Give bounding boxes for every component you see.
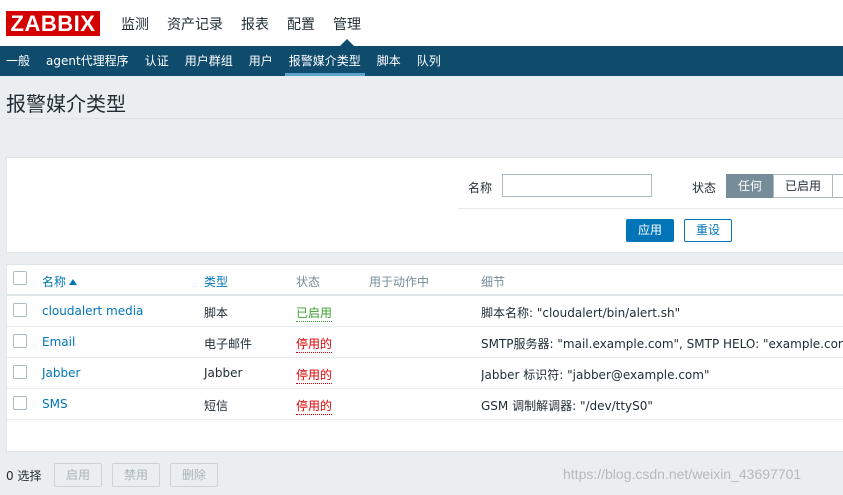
media-type-details: GSM 调制解调器: "/dev/ttyS0" [481, 399, 653, 413]
column-header-status: 状态 [296, 275, 321, 289]
media-types-table [6, 264, 843, 452]
status-toggle-disabled[interactable]: 停用的 [296, 335, 333, 353]
status-toggle-disabled[interactable]: 停用的 [296, 397, 333, 415]
sub-nav-media-types[interactable]: 报警媒介类型 [281, 46, 369, 76]
media-type-type: 电子邮件 [204, 337, 253, 351]
row-checkbox[interactable] [13, 303, 27, 317]
media-type-details: 脚本名称: "cloudalert/bin/alert.sh" [481, 306, 681, 320]
watermark: https://blog.csdn.net/weixin_43697701 [563, 466, 802, 482]
media-type-name-link[interactable]: Jabber [42, 366, 80, 380]
main-nav: 监测 资产记录 报表 配置 管理 [112, 0, 370, 46]
row-divider [7, 357, 843, 358]
media-type-type: 脚本 [204, 306, 229, 320]
reset-button[interactable]: 重设 [684, 219, 732, 242]
media-type-details: Jabber 标识符: "jabber@example.com" [481, 368, 710, 382]
select-all-checkbox[interactable] [13, 271, 27, 285]
sub-nav-scripts[interactable]: 脚本 [369, 46, 409, 76]
mass-disable-button[interactable]: 禁用 [112, 463, 160, 487]
filter-divider [458, 208, 843, 209]
row-checkbox[interactable] [13, 334, 27, 348]
row-checkbox[interactable] [13, 396, 27, 410]
selected-count: 0 选择 [6, 469, 42, 483]
status-option-any[interactable]: 任何 [726, 174, 774, 198]
column-header-name-label: 名称 [42, 275, 67, 289]
sub-nav-proxies[interactable]: agent代理程序 [38, 46, 137, 76]
media-type-name-link[interactable]: SMS [42, 397, 68, 411]
status-option-enabled[interactable]: 已启用 [773, 174, 833, 198]
filter-name-input[interactable] [502, 174, 652, 197]
row-divider [7, 326, 843, 327]
title-divider [6, 118, 843, 119]
mass-delete-button[interactable]: 删除 [170, 463, 218, 487]
media-type-type: 短信 [204, 399, 229, 413]
table-header-divider [7, 294, 843, 296]
status-toggle-disabled[interactable]: 停用的 [296, 366, 333, 384]
media-type-type: Jabber [204, 366, 243, 380]
filter-name-label: 名称 [468, 181, 493, 195]
status-toggle-enabled[interactable]: 已启用 [296, 304, 333, 322]
top-bar: ZABBIX 监测 资产记录 报表 配置 管理 [0, 0, 843, 46]
column-header-name[interactable]: 名称 [42, 273, 78, 290]
sub-nav-general[interactable]: 一般 [0, 46, 38, 76]
status-option-disabled[interactable] [832, 174, 843, 198]
row-divider [7, 388, 843, 389]
main-nav-inventory[interactable]: 资产记录 [158, 0, 232, 46]
main-nav-configuration[interactable]: 配置 [278, 0, 324, 46]
main-nav-reports[interactable]: 报表 [232, 0, 278, 46]
mass-enable-button[interactable]: 启用 [54, 463, 102, 487]
column-header-details: 细节 [481, 275, 506, 289]
sort-ascending-icon [69, 279, 78, 285]
column-header-type[interactable]: 类型 [204, 273, 228, 290]
sub-nav-queue[interactable]: 队列 [409, 46, 449, 76]
filter-status-label: 状态 [692, 181, 717, 195]
sub-nav-authentication[interactable]: 认证 [137, 46, 177, 76]
sub-nav-users[interactable]: 用户 [241, 46, 281, 76]
column-header-used-in-actions: 用于动作中 [369, 275, 430, 289]
row-divider [7, 419, 843, 420]
sub-nav: 一般 agent代理程序 认证 用户群组 用户 报警媒介类型 脚本 队列 [0, 46, 843, 76]
page-title: 报警媒介类型 [6, 92, 126, 116]
media-type-name-link[interactable]: cloudalert media [42, 304, 143, 318]
zabbix-logo[interactable]: ZABBIX [6, 11, 100, 36]
apply-button[interactable]: 应用 [626, 219, 674, 242]
main-nav-monitoring[interactable]: 监测 [112, 0, 158, 46]
row-checkbox[interactable] [13, 365, 27, 379]
media-type-name-link[interactable]: Email [42, 335, 75, 349]
media-type-details: SMTP服务器: "mail.example.com", SMTP HELO: … [481, 337, 843, 351]
main-nav-administration[interactable]: 管理 [324, 0, 370, 46]
sub-nav-user-groups[interactable]: 用户群组 [177, 46, 241, 76]
